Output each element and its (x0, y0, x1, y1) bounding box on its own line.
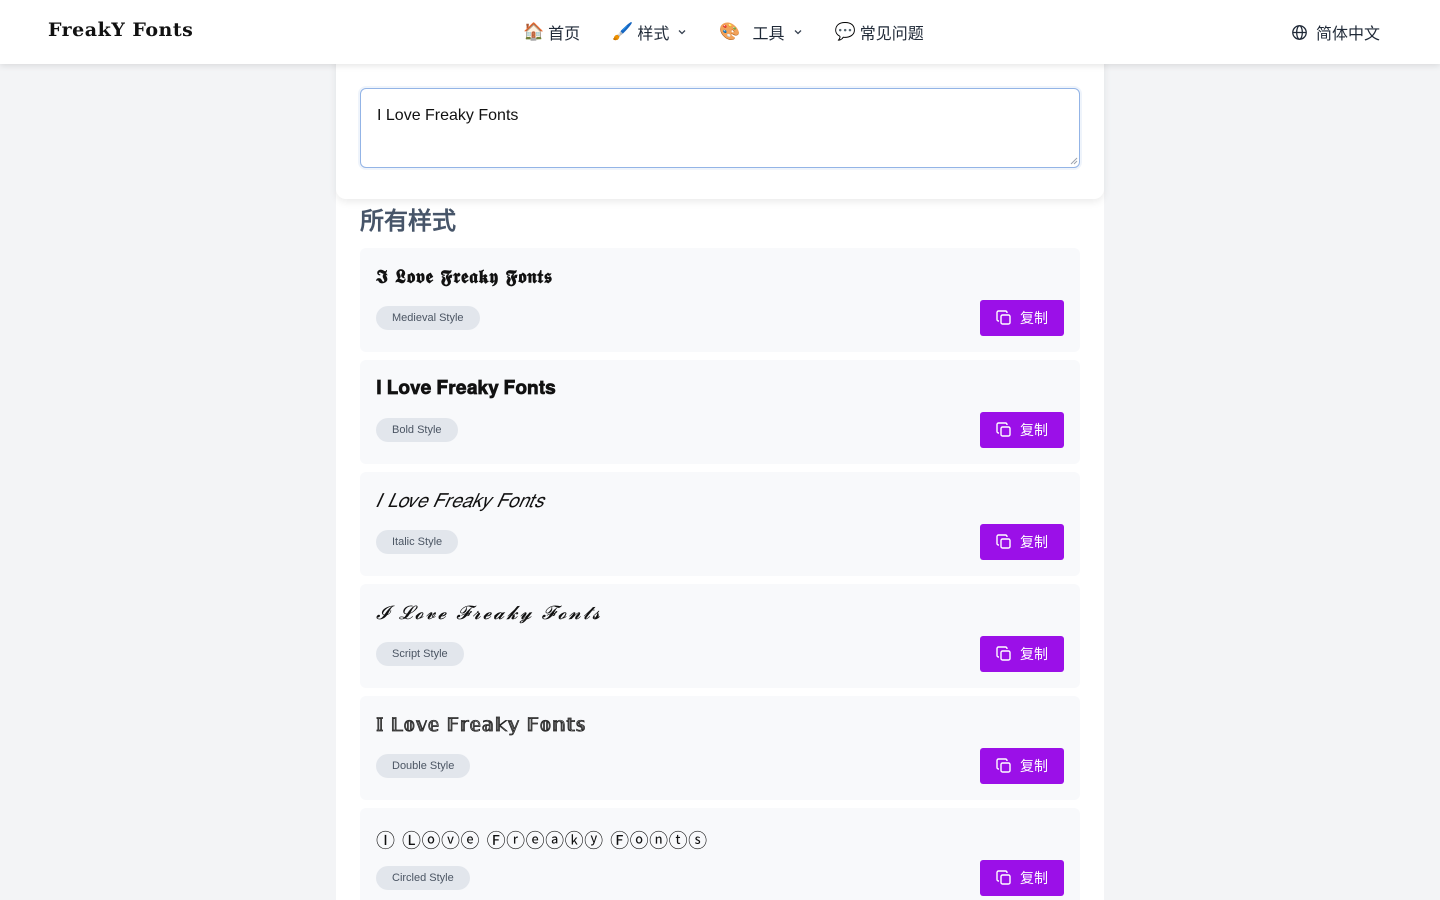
style-card-double: 𝕀 𝕃𝕠𝕧𝕖 𝔽𝕣𝕖𝕒𝕜𝕪 𝔽𝕠𝕟𝕥𝕤 Double Style 复制 (360, 696, 1080, 800)
copy-icon (996, 758, 1011, 773)
copy-label: 复制 (1020, 534, 1048, 550)
copy-label: 复制 (1020, 870, 1048, 886)
style-card-italic: 𝐼 𝐿𝑜𝑣𝑒 𝐹𝑟𝑒𝑎𝑘𝑦 𝐹𝑜𝑛𝑡𝑠 Italic Style 复制 (360, 472, 1080, 576)
style-card-medieval: 𝕴 𝕷𝖔𝖛𝖊 𝕱𝖗𝖊𝖆𝖐𝖞 𝕱𝖔𝖓𝖙𝖘 Medieval Style 复制 (360, 248, 1080, 352)
copy-label: 复制 (1020, 310, 1048, 326)
style-list: 𝕴 𝕷𝖔𝖛𝖊 𝕱𝖗𝖊𝖆𝖐𝖞 𝕱𝖔𝖓𝖙𝖘 Medieval Style 复制 𝐈 … (360, 248, 1080, 900)
nav-item-label: 常见问题 (859, 26, 924, 43)
copy-icon (996, 534, 1011, 549)
main-column: I Love Freaky Fonts 所有样式 𝕴 𝕷𝖔𝖛𝖊 𝕱𝖗𝖊𝖆𝖐𝖞 𝕱… (336, 0, 1104, 900)
text-input[interactable]: I Love Freaky Fonts (360, 88, 1080, 168)
style-preview: 𝕀 𝕃𝕠𝕧𝕖 𝔽𝕣𝕖𝕒𝕜𝕪 𝔽𝕠𝕟𝕥𝕤 (376, 714, 587, 737)
style-badge: Italic Style (376, 530, 459, 554)
copy-icon (996, 870, 1011, 885)
style-preview: 𝐼 𝐿𝑜𝑣𝑒 𝐹𝑟𝑒𝑎𝑘𝑦 𝐹𝑜𝑛𝑡𝑠 (376, 490, 544, 512)
style-badge: Circled Style (376, 866, 470, 890)
nav-item-label: 样式 (637, 26, 670, 43)
paintbrush-icon: 🖌️ (612, 22, 634, 41)
copy-button[interactable]: 复制 (980, 524, 1064, 560)
style-badge: Medieval Style (376, 306, 480, 330)
copy-icon (996, 422, 1011, 437)
copy-button[interactable]: 复制 (980, 860, 1064, 896)
copy-label: 复制 (1020, 422, 1048, 438)
language-selector[interactable]: 简体中文 (1291, 0, 1380, 64)
section-title: 所有样式 (360, 208, 456, 235)
globe-icon (1292, 24, 1307, 40)
style-preview: 𝓘 𝓛𝓸𝓿𝓮 𝓕𝓻𝓮𝓪𝓴𝔂 𝓕𝓸𝓷𝓽𝓼 (376, 602, 603, 624)
style-badge: Bold Style (376, 418, 458, 442)
nav-item-styles[interactable]: 🖌️ 样式 (612, 20, 687, 44)
nav-item-faq[interactable]: 💬 常见问题 (835, 20, 924, 44)
copy-label: 复制 (1020, 758, 1048, 774)
style-preview: 𝕴 𝕷𝖔𝖛𝖊 𝕱𝖗𝖊𝖆𝖐𝖞 𝕱𝖔𝖓𝖙𝖘 (376, 266, 553, 288)
house-icon: 🏠 (523, 22, 545, 41)
style-card-bold: 𝐈 𝐋𝐨𝐯𝐞 𝐅𝐫𝐞𝐚𝐤𝐲 𝐅𝐨𝐧𝐭𝐬 Bold Style 复制 (360, 360, 1080, 464)
style-card-circled: Ⓘ Ⓛⓞⓥⓔ Ⓕⓡⓔⓐⓚⓨ Ⓕⓞⓝⓣⓢ Circled Style 复制 (360, 808, 1080, 900)
copy-icon (996, 646, 1011, 661)
style-preview: Ⓘ Ⓛⓞⓥⓔ Ⓕⓡⓔⓐⓚⓨ Ⓕⓞⓝⓣⓢ (376, 830, 708, 852)
nav-item-label: 首页 (548, 26, 581, 43)
palette-icon: 🎨 (719, 22, 741, 41)
site-logo[interactable]: FreakY Fonts (48, 19, 193, 41)
nav-item-label: 工具 (752, 26, 785, 43)
language-label: 简体中文 (1315, 26, 1380, 43)
copy-button[interactable]: 复制 (980, 748, 1064, 784)
copy-button[interactable]: 复制 (980, 636, 1064, 672)
nav-item-home[interactable]: 🏠 首页 (523, 20, 580, 44)
chevron-down-icon (678, 30, 686, 35)
copy-button[interactable]: 复制 (980, 300, 1064, 336)
copy-icon (996, 310, 1011, 325)
style-badge: Double Style (376, 754, 471, 778)
style-card-script: 𝓘 𝓛𝓸𝓿𝓮 𝓕𝓻𝓮𝓪𝓴𝔂 𝓕𝓸𝓷𝓽𝓼 Script Style 复制 (360, 584, 1080, 688)
style-badge: Script Style (376, 642, 464, 666)
copy-label: 复制 (1020, 646, 1048, 662)
style-preview: 𝐈 𝐋𝐨𝐯𝐞 𝐅𝐫𝐞𝐚𝐤𝐲 𝐅𝐨𝐧𝐭𝐬 (376, 378, 556, 399)
site-header: FreakY Fonts 🏠 首页 🖌️ 样式 🎨 工具 💬 常见问题 简体中文 (0, 0, 1440, 64)
copy-button[interactable]: 复制 (980, 412, 1064, 448)
chevron-down-icon (794, 30, 802, 35)
main-nav: 🏠 首页 🖌️ 样式 🎨 工具 💬 常见问题 (523, 0, 956, 64)
speech-bubble-icon: 💬 (834, 22, 856, 41)
resize-handle-icon[interactable] (1070, 157, 1078, 165)
nav-item-tools[interactable]: 🎨 工具 (719, 20, 802, 44)
